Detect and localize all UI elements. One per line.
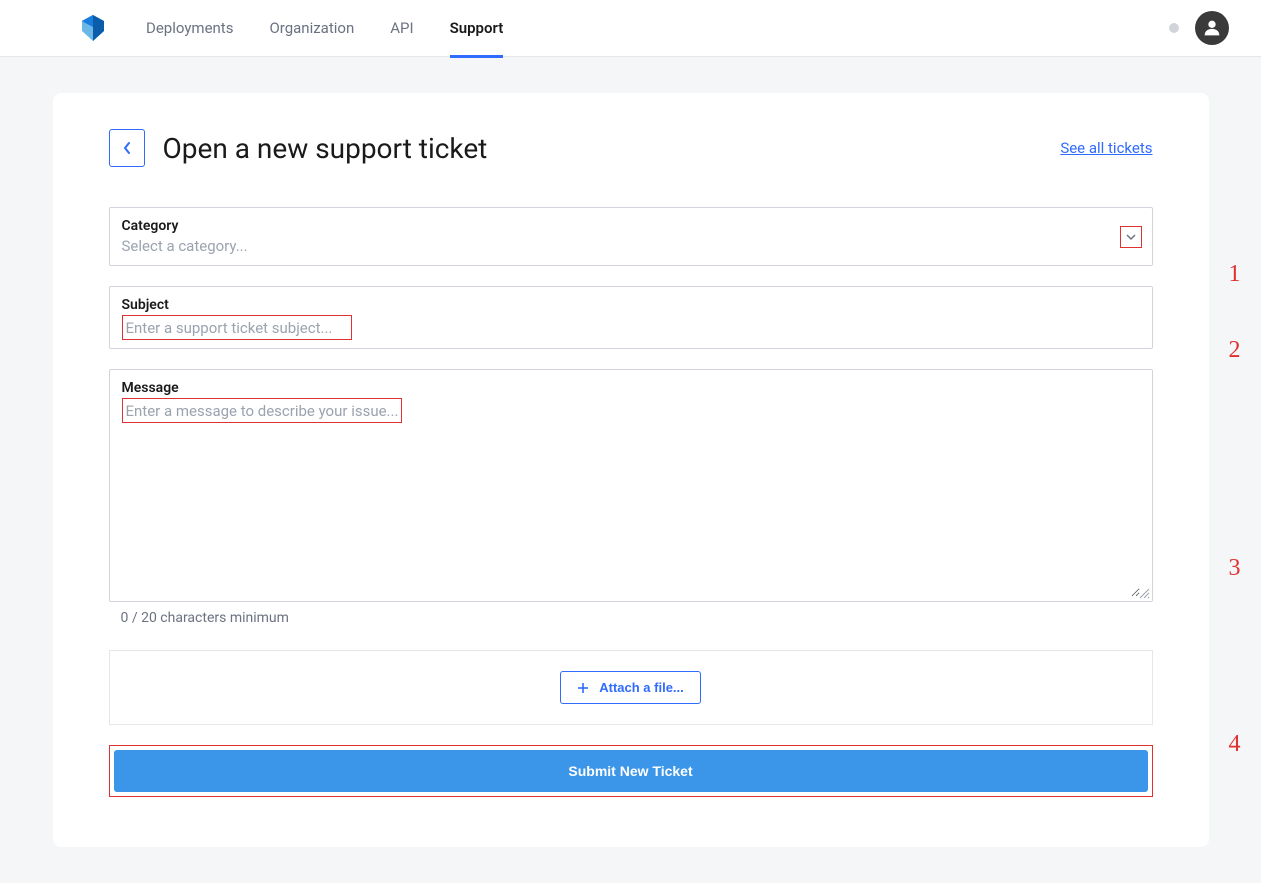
header-row: Open a new support ticket See all ticket… xyxy=(109,129,1153,167)
subject-highlight-box xyxy=(122,315,352,340)
subject-input[interactable] xyxy=(126,319,346,337)
user-avatar[interactable] xyxy=(1195,11,1229,45)
nav-links: Deployments Organization API Support xyxy=(146,0,503,57)
submit-ticket-button[interactable]: Submit New Ticket xyxy=(114,750,1148,792)
plus-icon xyxy=(577,682,589,694)
attach-file-button[interactable]: Attach a file... xyxy=(560,671,701,704)
message-label: Message xyxy=(122,380,1140,396)
message-textarea[interactable] xyxy=(122,427,1140,597)
topnav-left: Deployments Organization API Support xyxy=(80,0,503,57)
nav-organization[interactable]: Organization xyxy=(269,0,354,57)
content-wrap: Open a new support ticket See all ticket… xyxy=(0,57,1261,883)
header-left: Open a new support ticket xyxy=(109,129,488,167)
category-placeholder: Select a category... xyxy=(122,237,248,255)
subject-label: Subject xyxy=(122,297,1140,313)
shield-logo-icon xyxy=(80,13,106,43)
attach-label: Attach a file... xyxy=(599,680,684,695)
chevron-left-icon xyxy=(122,141,132,155)
annotation-4: 4 xyxy=(1229,731,1241,758)
annotation-1: 1 xyxy=(1229,261,1241,288)
person-icon xyxy=(1201,17,1223,39)
submit-highlight-box: Submit New Ticket xyxy=(109,745,1153,797)
message-placeholder-text: Enter a message to describe your issue..… xyxy=(126,402,399,420)
topnav-right xyxy=(1169,11,1229,45)
attach-section: Attach a file... xyxy=(109,650,1153,725)
subject-field-group: Subject xyxy=(109,286,1153,349)
category-label: Category xyxy=(122,218,1140,234)
see-all-tickets-link[interactable]: See all tickets xyxy=(1060,139,1152,157)
top-navigation: Deployments Organization API Support xyxy=(0,0,1261,57)
character-count: 0 / 20 characters minimum xyxy=(121,610,1153,626)
chevron-down-icon xyxy=(1125,233,1137,241)
support-card: Open a new support ticket See all ticket… xyxy=(53,93,1209,847)
annotation-2: 2 xyxy=(1229,337,1241,364)
category-dropdown-toggle[interactable] xyxy=(1120,226,1142,248)
nav-api[interactable]: API xyxy=(390,0,413,57)
category-field[interactable]: Category Select a category... xyxy=(109,207,1153,266)
nav-deployments[interactable]: Deployments xyxy=(146,0,233,57)
annotation-3: 3 xyxy=(1229,555,1241,582)
nav-support[interactable]: Support xyxy=(450,0,504,57)
message-highlight-box: Enter a message to describe your issue..… xyxy=(122,398,403,423)
back-button[interactable] xyxy=(109,129,145,167)
page-title: Open a new support ticket xyxy=(163,132,488,165)
app-logo[interactable] xyxy=(80,13,106,43)
message-field-group: Message Enter a message to describe your… xyxy=(109,369,1153,602)
status-indicator-icon xyxy=(1169,23,1179,33)
